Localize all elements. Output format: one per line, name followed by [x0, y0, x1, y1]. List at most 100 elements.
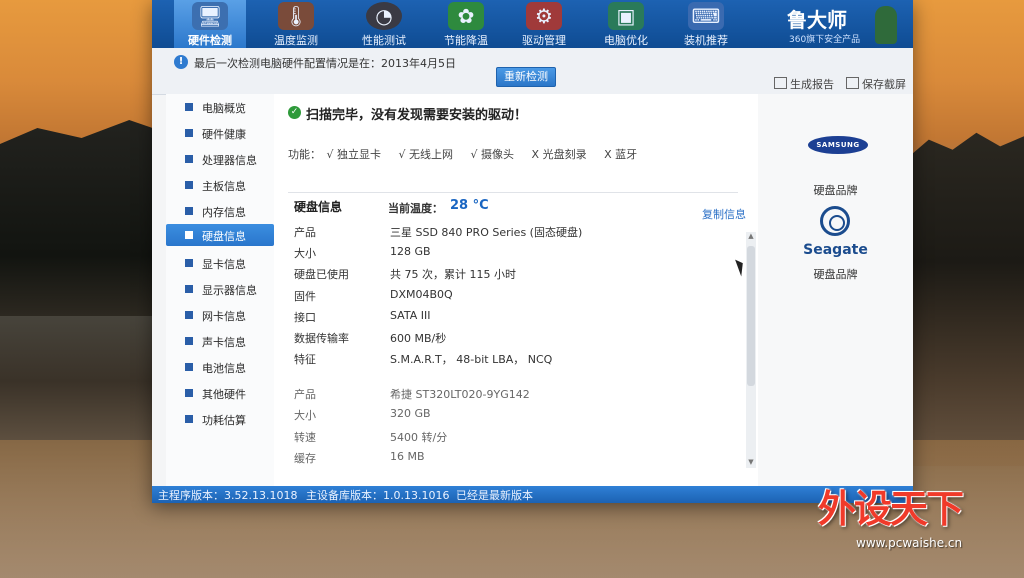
- square-bullet-icon: [185, 231, 193, 239]
- tab-build-recommend[interactable]: ⌨ 装机推荐: [670, 0, 742, 48]
- sidebar-item-hardware-health[interactable]: 硬件健康: [166, 122, 274, 144]
- brand-name: 鲁大师: [787, 8, 847, 32]
- square-bullet-icon: [185, 103, 193, 111]
- sidebar-item-other-hardware[interactable]: 其他硬件: [166, 382, 274, 404]
- mascot-icon: [875, 6, 897, 44]
- square-bullet-icon: [185, 129, 193, 137]
- disk-info-panel: ✓ 扫描完毕，没有发现需要安装的驱动！ 功能： √ 独立显卡 √ 无线上网 √ …: [274, 94, 758, 486]
- features-line: 功能： √ 独立显卡 √ 无线上网 √ 摄像头 X 光盘刻录 X 蓝牙: [288, 146, 651, 162]
- square-bullet-icon: [185, 311, 193, 319]
- square-bullet-icon: [185, 415, 193, 423]
- disk1-features-row: 特征 S.M.A.R.T， 48-bit LBA， NCQ: [294, 353, 553, 366]
- square-bullet-icon: [185, 337, 193, 345]
- watermark: 外设天下 www.pcwaishe.cn: [818, 478, 1018, 558]
- section-title: 硬盘信息: [294, 200, 343, 214]
- driver-management-icon: ⚙: [526, 2, 562, 30]
- disk2-cache-row: 缓存 16 MB: [294, 450, 425, 465]
- main-version: 主程序版本：3.52.13.1018: [158, 489, 298, 502]
- pc-optimize-icon: ▣: [608, 2, 644, 30]
- temperature-value: 28 °C: [450, 198, 489, 213]
- copy-info-link[interactable]: 复制信息: [702, 206, 746, 222]
- performance-test-icon: ◔: [366, 2, 402, 30]
- square-bullet-icon: [185, 363, 193, 371]
- sidebar-item-motherboard-info[interactable]: 主板信息: [166, 174, 274, 196]
- background-pavilion-right: [905, 132, 1024, 466]
- square-bullet-icon: [185, 207, 193, 215]
- sidebar-item-gpu-info[interactable]: 显卡信息: [166, 252, 274, 274]
- save-screenshot-button[interactable]: 保存截屏: [846, 76, 906, 92]
- square-bullet-icon: [185, 155, 193, 163]
- tab-pc-optimize[interactable]: ▣ 电脑优化: [590, 0, 662, 48]
- info-bar: ! 最后一次检测电脑硬件配置情况是在：2013年4月5日 重新检测 生成报告 保…: [152, 48, 913, 95]
- ludashi-window: 🖥 硬件检测 🌡 温度监测 ◔ 性能测试 ✿ 节能降温 ⚙ 驱动管理 ▣ 电脑优…: [152, 0, 913, 503]
- scroll-down-arrow-icon[interactable]: ▼: [746, 458, 756, 468]
- brand-panel: SAMSUNG 硬盘品牌 Seagate 硬盘品牌: [758, 94, 913, 486]
- build-recommend-icon: ⌨: [688, 2, 724, 30]
- background-trees-left: [0, 120, 170, 316]
- tab-driver-management[interactable]: ⚙ 驱动管理: [508, 0, 580, 48]
- disk1-usage-row: 硬盘已使用共 75 次，累计 115 小时: [294, 268, 516, 281]
- brand-caption-samsung: 硬盘品牌: [813, 184, 858, 197]
- content-scrollbar[interactable]: ▲ ▼: [746, 232, 756, 468]
- temperature-label: 当前温度：: [388, 202, 443, 215]
- samsung-logo: SAMSUNG: [808, 136, 868, 154]
- disk1-firmware-row: 固件 DXM04B0Q: [294, 288, 453, 303]
- brand-caption-seagate: 硬盘品牌: [813, 268, 858, 281]
- watermark-text: 外设天下: [818, 487, 964, 531]
- sidebar-item-network-info[interactable]: 网卡信息: [166, 304, 274, 326]
- recheck-button[interactable]: 重新检测: [496, 67, 556, 87]
- feature-discrete-gpu: √ 独立显卡: [326, 148, 382, 161]
- top-tab-bar: 🖥 硬件检测 🌡 温度监测 ◔ 性能测试 ✿ 节能降温 ⚙ 驱动管理 ▣ 电脑优…: [152, 0, 913, 48]
- screenshot-icon: [846, 77, 859, 89]
- brand-subtitle: 360旗下安全产品: [789, 35, 861, 45]
- disk1-transfer-rate-row: 数据传输率 600 MB/秒: [294, 332, 447, 345]
- db-version: 主设备库版本：1.0.13.1016: [306, 489, 450, 502]
- disk1-product-row: 产品 三星 SSD 840 PRO Series (固态硬盘): [294, 226, 583, 239]
- square-bullet-icon: [185, 259, 193, 267]
- tab-temperature-monitor[interactable]: 🌡 温度监测: [260, 0, 332, 48]
- tab-performance-test[interactable]: ◔ 性能测试: [348, 0, 420, 48]
- tab-hardware-check[interactable]: 🖥 硬件检测: [174, 0, 246, 48]
- disk1-interface-row: 接口 SATA III: [294, 309, 431, 324]
- sidebar-item-pc-overview[interactable]: 电脑概览: [166, 96, 274, 118]
- seagate-logo: Seagate: [803, 242, 868, 258]
- feature-bluetooth: X 蓝牙: [604, 148, 638, 161]
- scroll-thumb[interactable]: [747, 246, 755, 386]
- status-bar: 主程序版本：3.52.13.1018 主设备库版本：1.0.13.1016 已经…: [152, 486, 913, 503]
- seagate-logo-icon: [820, 206, 850, 236]
- square-bullet-icon: [185, 389, 193, 397]
- disk2-size-row: 大小 320 GB: [294, 407, 431, 422]
- sidebar-item-battery-info[interactable]: 电池信息: [166, 356, 274, 378]
- brand-logo: 鲁大师 360旗下安全产品: [777, 2, 897, 46]
- watermark-url: www.pcwaishe.cn: [856, 536, 963, 550]
- scroll-up-arrow-icon[interactable]: ▲: [746, 232, 756, 242]
- scan-status: 扫描完毕，没有发现需要安装的驱动！: [306, 108, 528, 123]
- energy-saving-icon: ✿: [448, 2, 484, 30]
- check-circle-icon: ✓: [288, 106, 301, 119]
- features-label: 功能：: [288, 148, 321, 161]
- sidebar-item-disk-info[interactable]: 硬盘信息: [166, 224, 274, 246]
- temperature-monitor-icon: 🌡: [278, 2, 314, 30]
- report-icon: [774, 77, 787, 89]
- square-bullet-icon: [185, 181, 193, 189]
- sidebar-item-monitor-info[interactable]: 显示器信息: [166, 278, 274, 300]
- feature-disc-burning: X 光盘刻录: [531, 148, 587, 161]
- sidebar-item-power-estimate[interactable]: 功耗估算: [166, 408, 274, 430]
- update-status: 已经是最新版本: [456, 489, 533, 502]
- sidebar: 电脑概览 硬件健康 处理器信息 主板信息 内存信息 硬盘信息 显卡信息 显示器信…: [166, 94, 274, 486]
- disk2-product-row: 产品 希捷 ST320LT020-9YG142: [294, 388, 530, 401]
- disk2-speed-row: 转速 5400 转/分: [294, 431, 448, 444]
- feature-wireless: √ 无线上网: [398, 148, 454, 161]
- divider: [288, 192, 738, 193]
- generate-report-button[interactable]: 生成报告: [774, 76, 834, 92]
- square-bullet-icon: [185, 285, 193, 293]
- feature-webcam: √ 摄像头: [470, 148, 515, 161]
- disk1-size-row: 大小 128 GB: [294, 245, 431, 260]
- tab-energy-saving[interactable]: ✿ 节能降温: [430, 0, 502, 48]
- sidebar-item-sound-info[interactable]: 声卡信息: [166, 330, 274, 352]
- sidebar-item-cpu-info[interactable]: 处理器信息: [166, 148, 274, 170]
- last-check-text: 最后一次检测电脑硬件配置情况是在：2013年4月5日: [194, 57, 456, 70]
- sidebar-item-memory-info[interactable]: 内存信息: [166, 200, 274, 222]
- info-icon: !: [174, 55, 188, 69]
- hardware-check-icon: 🖥: [192, 2, 228, 30]
